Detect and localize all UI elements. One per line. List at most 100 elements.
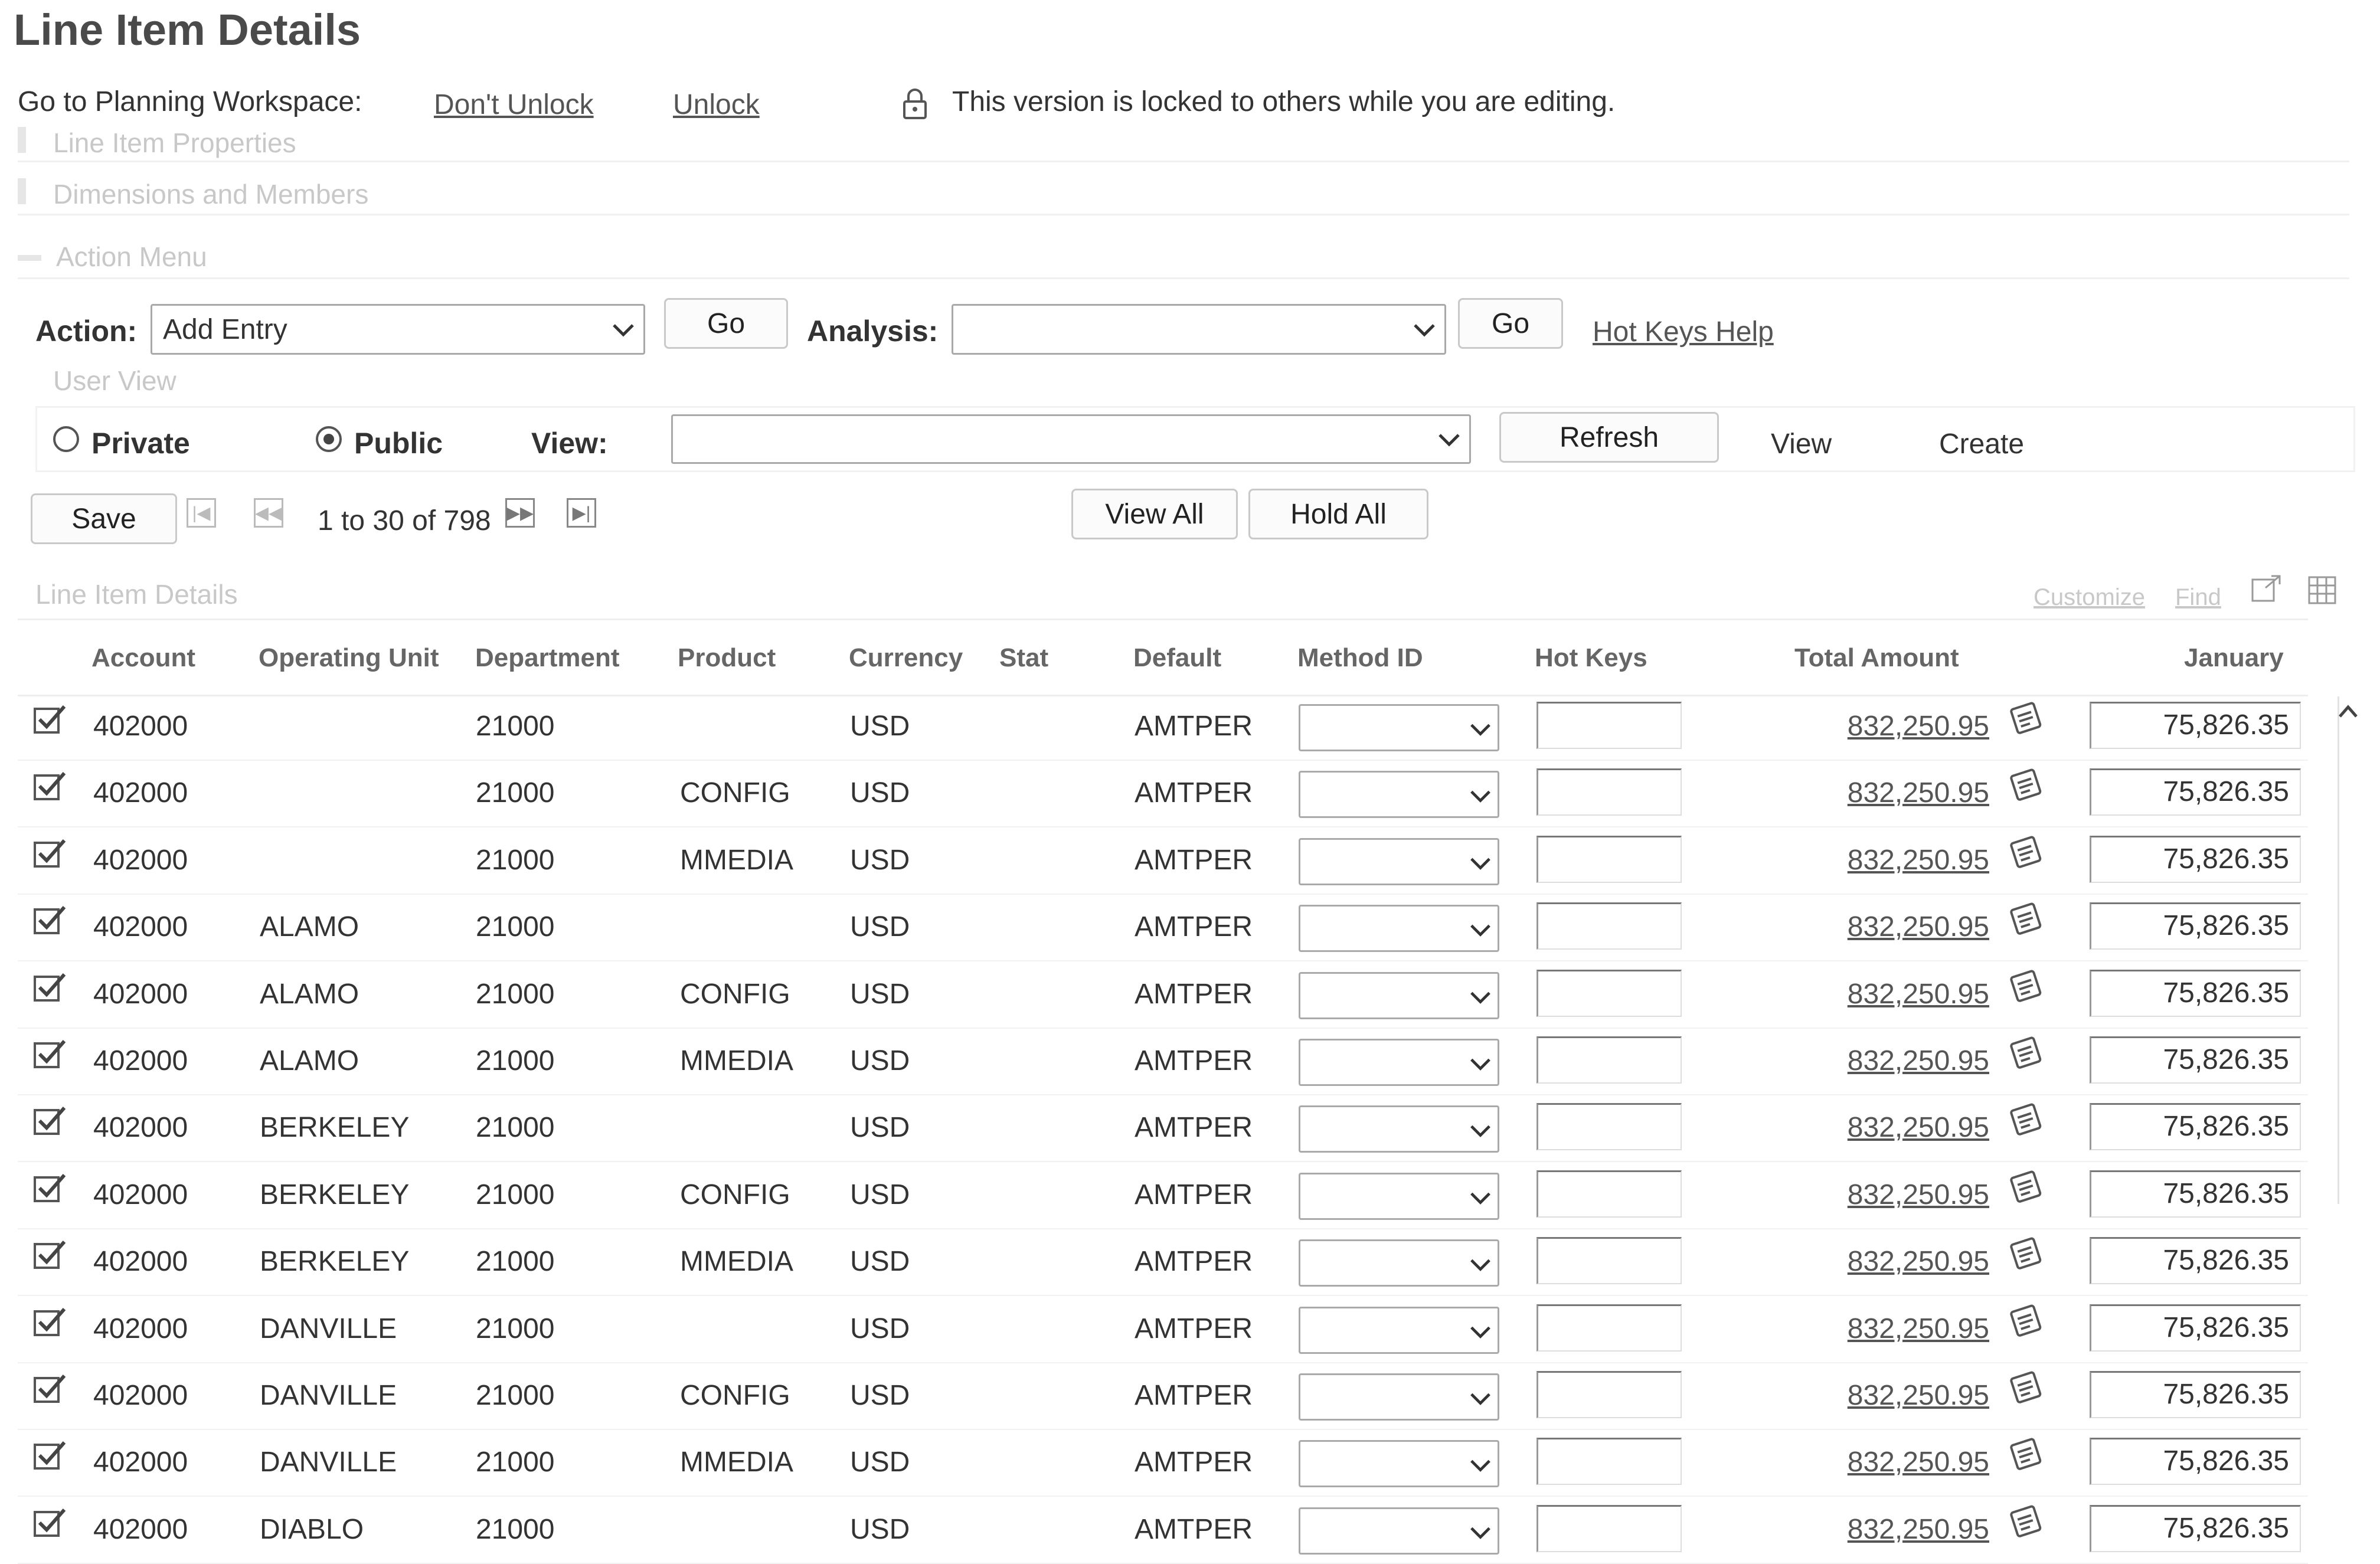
january-input[interactable]: 75,826.35 — [2090, 1103, 2301, 1150]
col-header-operating-unit[interactable]: Operating Unit — [259, 643, 439, 673]
first-page-icon[interactable]: |◀ — [187, 498, 216, 528]
analysis-select[interactable] — [952, 304, 1446, 355]
checkbox-checked-icon[interactable] — [32, 972, 67, 1003]
total-amount-link[interactable]: 832,250.95 — [1222, 911, 1989, 943]
col-header-department[interactable]: Department — [475, 643, 620, 673]
total-amount-link[interactable]: 832,250.95 — [1222, 1045, 1989, 1077]
view-label: View: — [531, 427, 608, 460]
col-header-default[interactable]: Default — [1133, 643, 1221, 673]
cell-department: 21000 — [476, 979, 555, 1010]
notepad-icon[interactable] — [2008, 1102, 2046, 1137]
action-select[interactable]: Add Entry — [151, 304, 645, 355]
notepad-icon[interactable] — [2008, 1169, 2046, 1205]
cell-account: 402000 — [93, 1246, 188, 1277]
notepad-icon[interactable] — [2008, 1370, 2046, 1405]
january-input[interactable]: 75,826.35 — [2090, 836, 2301, 883]
checkbox-checked-icon[interactable] — [32, 1307, 67, 1337]
expand-icon[interactable] — [18, 178, 26, 204]
new-window-icon[interactable] — [2250, 574, 2283, 603]
january-input[interactable]: 75,826.35 — [2090, 970, 2301, 1017]
view-select[interactable] — [671, 414, 1471, 464]
january-input[interactable]: 75,826.35 — [2090, 702, 2301, 749]
col-header-stat[interactable]: Stat — [999, 643, 1048, 673]
analysis-go-button[interactable]: Go — [1458, 298, 1563, 349]
hot-keys-help-link[interactable]: Hot Keys Help — [1593, 316, 1774, 348]
checkbox-checked-icon[interactable] — [32, 1239, 67, 1270]
checkbox-checked-icon[interactable] — [32, 1440, 67, 1471]
notepad-icon[interactable] — [2008, 1437, 2046, 1472]
checkbox-checked-icon[interactable] — [32, 1105, 67, 1136]
total-amount-link[interactable]: 832,250.95 — [1222, 1313, 1989, 1345]
notepad-icon[interactable] — [2008, 968, 2046, 1004]
january-input[interactable]: 75,826.35 — [2090, 1438, 2301, 1485]
action-go-button[interactable]: Go — [664, 298, 788, 349]
col-header-product[interactable]: Product — [678, 643, 776, 673]
total-amount-link[interactable]: 832,250.95 — [1222, 1179, 1989, 1211]
view-all-button[interactable]: View All — [1071, 489, 1238, 539]
section-dimensions-members[interactable]: Dimensions and Members — [53, 178, 368, 210]
january-input[interactable]: 75,826.35 — [2090, 1237, 2301, 1284]
checkbox-checked-icon[interactable] — [32, 838, 67, 869]
checkbox-checked-icon[interactable] — [32, 1507, 67, 1538]
col-header-currency[interactable]: Currency — [849, 643, 963, 673]
dont-unlock-link[interactable]: Don't Unlock — [434, 89, 594, 121]
section-action-menu[interactable]: Action Menu — [56, 241, 207, 273]
checkbox-checked-icon[interactable] — [32, 704, 67, 735]
notepad-icon[interactable] — [2008, 1236, 2046, 1271]
vertical-scrollbar[interactable] — [2338, 696, 2352, 1204]
checkbox-checked-icon[interactable] — [32, 771, 67, 801]
col-header-january[interactable]: January — [2184, 643, 2284, 673]
notepad-icon[interactable] — [2008, 1035, 2046, 1071]
hold-all-button[interactable]: Hold All — [1248, 489, 1428, 539]
january-input[interactable]: 75,826.35 — [2090, 1505, 2301, 1552]
notepad-icon[interactable] — [2008, 767, 2046, 803]
private-radio[interactable] — [53, 426, 79, 452]
notepad-icon[interactable] — [2008, 1303, 2046, 1339]
checkbox-checked-icon[interactable] — [32, 1039, 67, 1069]
scroll-up-icon[interactable] — [2336, 702, 2360, 720]
previous-page-icon[interactable]: ◀◀ — [254, 498, 283, 528]
total-amount-link[interactable]: 832,250.95 — [1222, 1446, 1989, 1478]
total-amount-link[interactable]: 832,250.95 — [1222, 1379, 1989, 1412]
notepad-icon[interactable] — [2008, 1504, 2046, 1539]
january-input[interactable]: 75,826.35 — [2090, 1371, 2301, 1418]
notepad-icon[interactable] — [2008, 901, 2046, 937]
col-header-method-id[interactable]: Method ID — [1297, 643, 1423, 673]
january-input[interactable]: 75,826.35 — [2090, 1304, 2301, 1352]
public-radio[interactable] — [316, 426, 342, 452]
notepad-icon[interactable] — [2008, 701, 2046, 736]
checkbox-checked-icon[interactable] — [32, 1173, 67, 1203]
january-input[interactable]: 75,826.35 — [2090, 902, 2301, 950]
refresh-button[interactable]: Refresh — [1499, 412, 1719, 463]
checkbox-checked-icon[interactable] — [32, 1373, 67, 1404]
grid-download-icon[interactable] — [2306, 574, 2339, 607]
next-page-icon[interactable]: ▶▶ — [505, 498, 535, 528]
total-amount-link[interactable]: 832,250.95 — [1222, 844, 1989, 876]
create-link[interactable]: Create — [1939, 428, 2024, 460]
last-page-icon[interactable]: ▶| — [567, 498, 596, 528]
total-amount-link[interactable]: 832,250.95 — [1222, 1245, 1989, 1278]
january-input[interactable]: 75,826.35 — [2090, 1036, 2301, 1084]
january-input[interactable]: 75,826.35 — [2090, 1170, 2301, 1218]
view-link[interactable]: View — [1771, 428, 1832, 460]
checkbox-checked-icon[interactable] — [32, 905, 67, 935]
notepad-icon[interactable] — [2008, 835, 2046, 870]
unlock-link[interactable]: Unlock — [673, 89, 760, 121]
total-amount-link[interactable]: 832,250.95 — [1222, 710, 1989, 742]
january-input[interactable]: 75,826.35 — [2090, 768, 2301, 816]
col-header-hot-keys[interactable]: Hot Keys — [1535, 643, 1647, 673]
total-amount-link[interactable]: 832,250.95 — [1222, 1513, 1989, 1546]
total-amount-link[interactable]: 832,250.95 — [1222, 978, 1989, 1010]
total-amount-link[interactable]: 832,250.95 — [1222, 777, 1989, 809]
col-header-account[interactable]: Account — [91, 643, 195, 673]
section-line-item-properties[interactable]: Line Item Properties — [53, 127, 296, 159]
cell-account: 402000 — [93, 1514, 188, 1545]
col-header-total-amount[interactable]: Total Amount — [1794, 643, 1959, 673]
expand-icon[interactable] — [18, 127, 26, 153]
find-link[interactable]: Find — [2175, 584, 2221, 611]
customize-link[interactable]: Customize — [2034, 584, 2145, 611]
cell-operating-unit: DANVILLE — [260, 1447, 397, 1478]
save-button[interactable]: Save — [31, 493, 177, 544]
total-amount-link[interactable]: 832,250.95 — [1222, 1111, 1989, 1144]
collapse-icon[interactable] — [18, 255, 41, 261]
